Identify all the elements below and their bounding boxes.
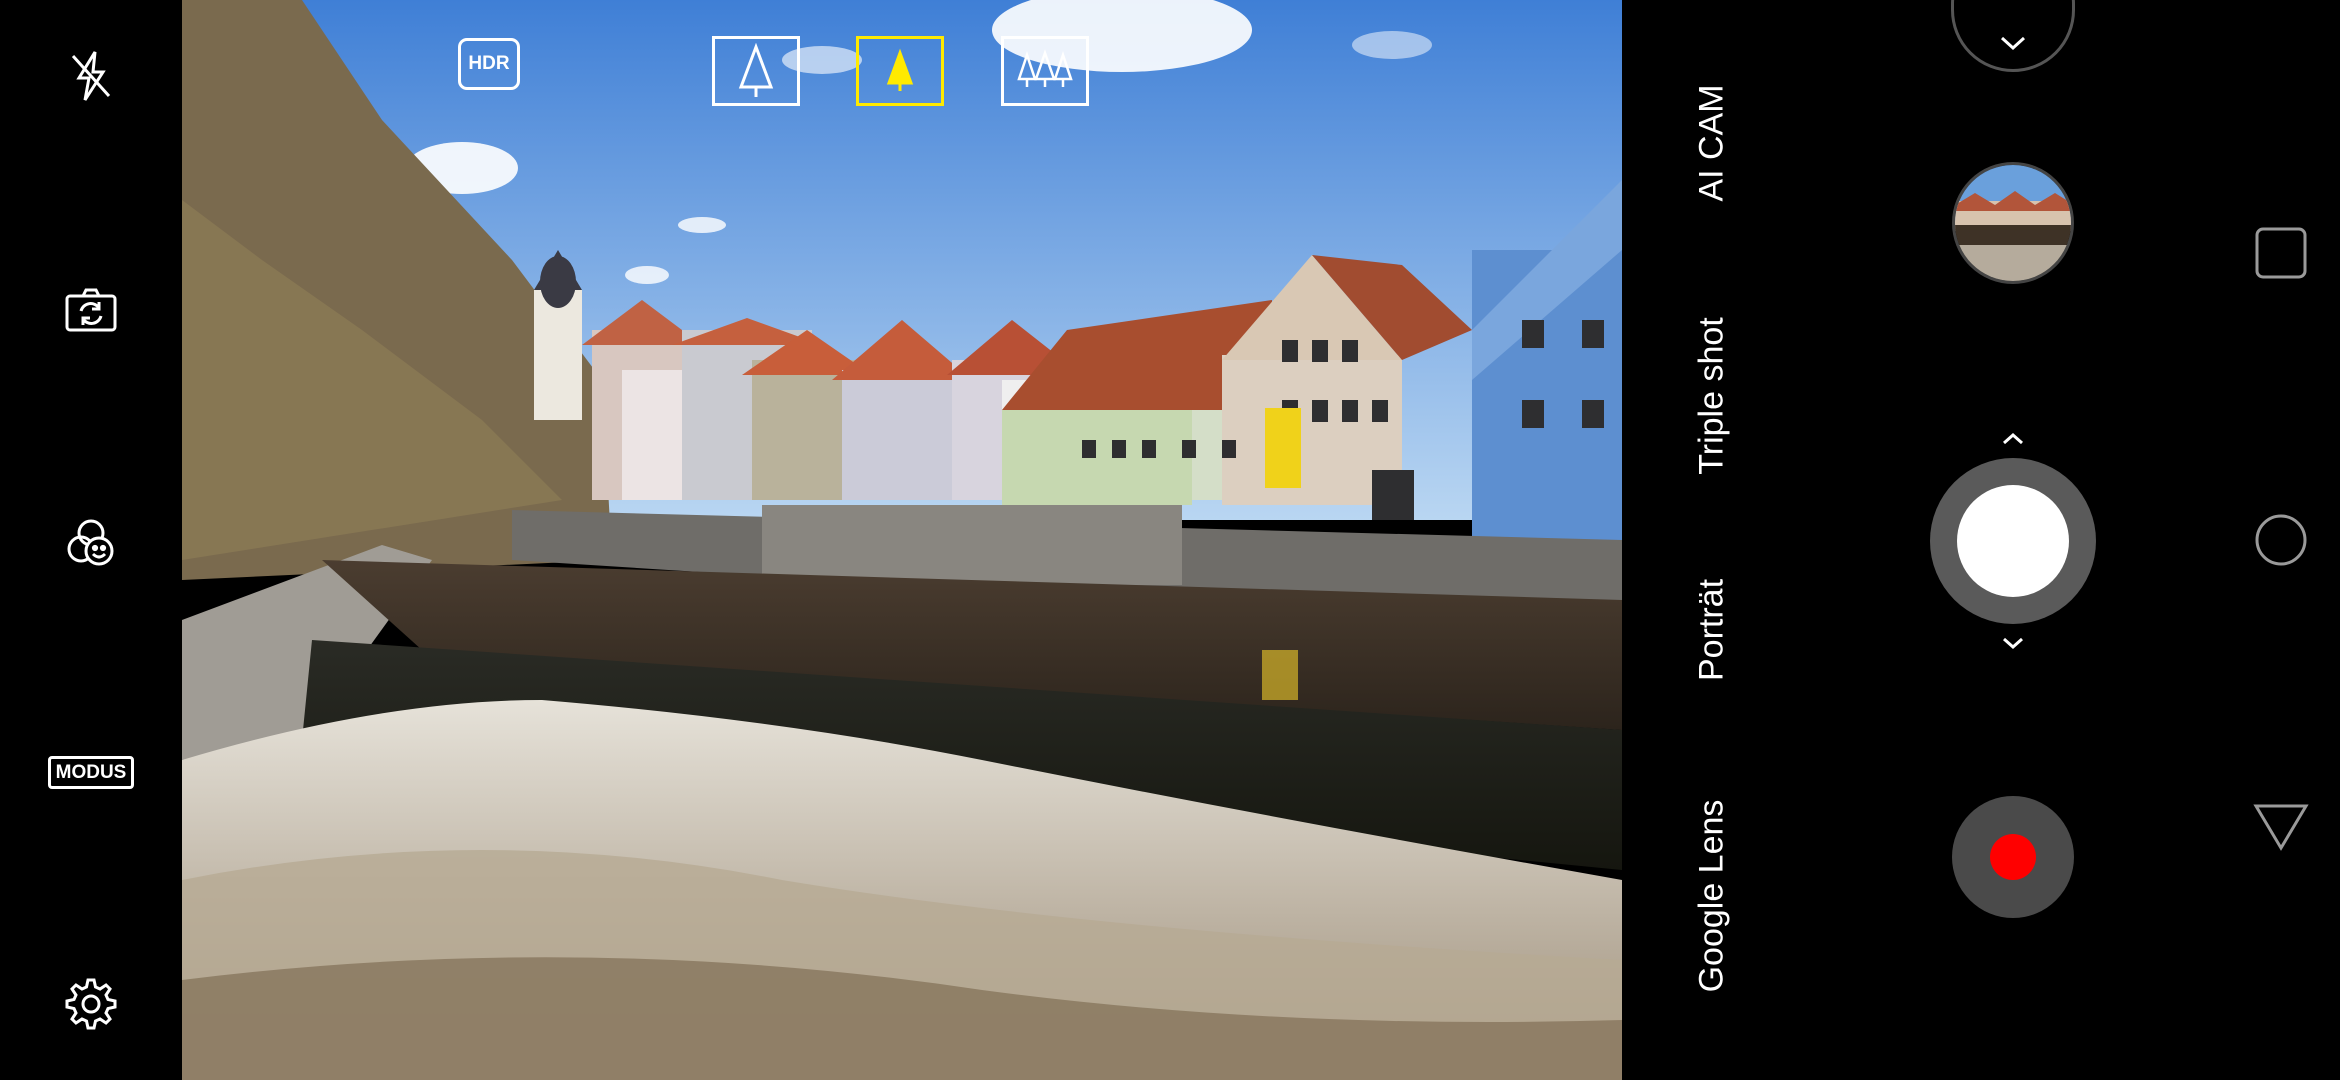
- lens-normal-button[interactable]: [856, 36, 944, 106]
- record-dot: [1990, 834, 2036, 880]
- collapse-button[interactable]: [1951, 0, 2075, 72]
- mode-strip: AI CAM Triple shot Porträt Google Lens: [1622, 0, 1802, 1080]
- left-toolbar: MODUS: [0, 0, 182, 1080]
- mode-google-lens[interactable]: Google Lens: [1693, 800, 1732, 993]
- triangle-back-icon[interactable]: [2242, 788, 2320, 866]
- navigation-bar: [2222, 0, 2340, 1080]
- gallery-thumbnail[interactable]: [1952, 162, 2074, 284]
- shutter-inner: [1957, 485, 2069, 597]
- shutter-button[interactable]: [1930, 458, 2096, 624]
- mode-triple-shot[interactable]: Triple shot: [1693, 317, 1732, 474]
- circle-icon[interactable]: [2242, 501, 2320, 579]
- lens-wide-button[interactable]: [712, 36, 800, 106]
- chevron-down-small-icon: [2003, 637, 2023, 650]
- flash-off-icon[interactable]: [51, 36, 131, 116]
- square-icon[interactable]: [2242, 214, 2320, 292]
- filter-smile-icon[interactable]: [51, 503, 131, 583]
- chevron-down-icon: [2000, 36, 2026, 51]
- hdr-label: HDR: [468, 53, 510, 74]
- record-video-button[interactable]: [1952, 796, 2074, 918]
- mode-ai-cam[interactable]: AI CAM: [1693, 84, 1732, 201]
- lens-ultrawide-button[interactable]: [1001, 36, 1089, 106]
- mode-portrait[interactable]: Porträt: [1693, 579, 1732, 681]
- thumbnail-image: [1955, 165, 2071, 281]
- modus-label: MODUS: [47, 755, 135, 789]
- tree-single-outline-icon: [738, 43, 774, 97]
- viewfinder-scene: [182, 0, 1622, 1080]
- mode-button[interactable]: MODUS: [42, 732, 140, 812]
- camera-viewfinder[interactable]: HDR: [182, 0, 1622, 1080]
- chevron-up-icon: [2003, 432, 2023, 445]
- shutter-column: [1802, 0, 2222, 1080]
- switch-camera-icon[interactable]: [51, 270, 131, 350]
- hdr-button[interactable]: HDR: [458, 38, 520, 90]
- tree-single-filled-icon: [886, 48, 914, 91]
- gear-icon[interactable]: [51, 964, 131, 1044]
- tree-triple-outline-icon: [1017, 49, 1073, 87]
